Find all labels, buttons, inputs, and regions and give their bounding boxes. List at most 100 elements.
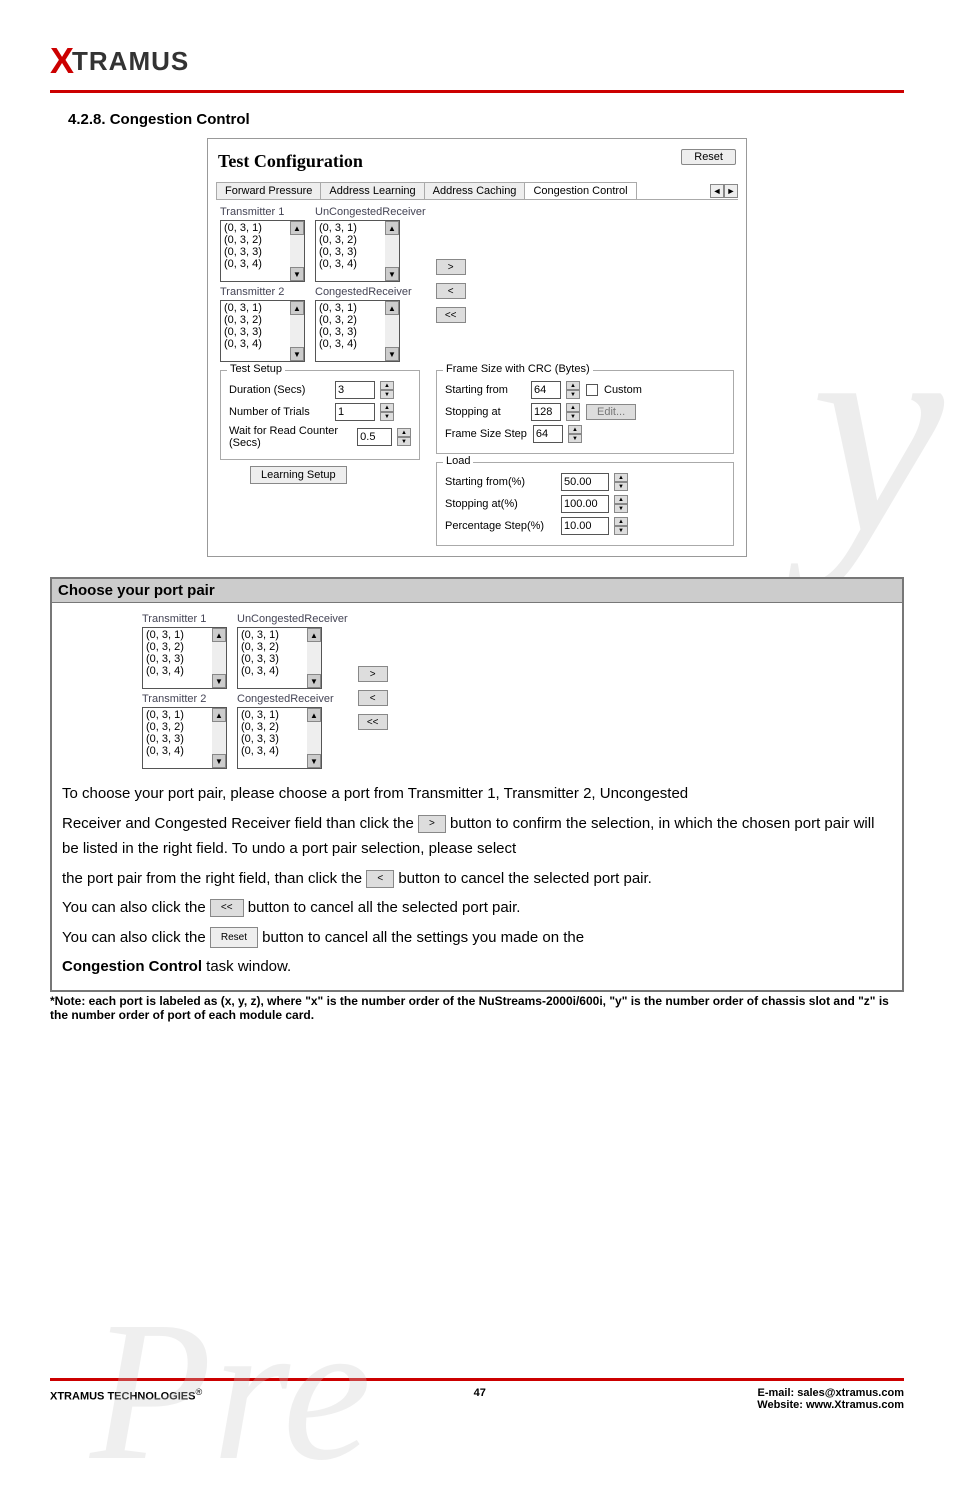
trials-input[interactable]: 1 <box>335 403 375 421</box>
scroll-up-icon[interactable]: ▲ <box>212 628 226 642</box>
scroll-down-icon[interactable]: ▼ <box>307 674 321 688</box>
reset-button[interactable]: Reset <box>681 149 736 165</box>
spin-down-icon[interactable]: ▼ <box>568 434 582 443</box>
spin-down-icon[interactable]: ▼ <box>566 390 580 399</box>
logo: X TRAMUS <box>50 40 904 82</box>
step-input[interactable]: 64 <box>533 425 563 443</box>
text: task window. <box>202 958 291 975</box>
transmitter2-list[interactable]: (0, 3, 1) (0, 3, 2) (0, 3, 3) (0, 3, 4) … <box>220 300 305 362</box>
edit-button[interactable]: Edit... <box>586 404 636 420</box>
tab-address-caching[interactable]: Address Caching <box>424 182 526 199</box>
tab-forward-pressure[interactable]: Forward Pressure <box>216 182 321 199</box>
scroll-track[interactable] <box>385 235 399 267</box>
spin-up-icon[interactable]: ▲ <box>380 403 394 412</box>
load-start-input[interactable]: 50.00 <box>561 473 609 491</box>
load-step-input[interactable]: 10.00 <box>561 517 609 535</box>
spin-down-icon[interactable]: ▼ <box>397 437 411 446</box>
spin-up-icon[interactable]: ▲ <box>614 473 628 482</box>
load-stop-input[interactable]: 100.00 <box>561 495 609 513</box>
tab-congestion-control[interactable]: Congestion Control <box>524 182 636 199</box>
transmitter2-label: Transmitter 2 <box>220 286 305 298</box>
text: button to cancel the selected port pair. <box>398 870 652 887</box>
congested-label: CongestedReceiver <box>315 286 426 298</box>
spin-down-icon[interactable]: ▼ <box>614 526 628 535</box>
spin-up-icon[interactable]: ▲ <box>614 495 628 504</box>
start-from-label: Starting from <box>445 384 525 396</box>
congested-list[interactable]: (0, 3, 1) (0, 3, 2) (0, 3, 3) (0, 3, 4) … <box>237 707 322 769</box>
logo-x-icon: X <box>50 40 74 82</box>
divider-top <box>50 90 904 93</box>
spin-down-icon[interactable]: ▼ <box>614 482 628 491</box>
scroll-down-icon[interactable]: ▼ <box>385 267 399 281</box>
tab-scroll-left-icon[interactable]: ◄ <box>710 184 724 198</box>
test-setup-fieldset: Test Setup Duration (Secs)3▲▼ Number of … <box>220 370 420 460</box>
scroll-track[interactable] <box>307 642 321 674</box>
email-label: E-mail: <box>758 1387 798 1399</box>
wait-input[interactable]: 0.5 <box>357 428 392 446</box>
scroll-up-icon[interactable]: ▲ <box>307 708 321 722</box>
spin-down-icon[interactable]: ▼ <box>566 412 580 421</box>
scroll-down-icon[interactable]: ▼ <box>307 754 321 768</box>
custom-checkbox[interactable] <box>586 384 598 396</box>
scroll-track[interactable] <box>290 315 304 347</box>
remove-port-button[interactable]: < <box>436 283 466 299</box>
scroll-track[interactable] <box>307 722 321 754</box>
uncongested-list[interactable]: (0, 3, 1) (0, 3, 2) (0, 3, 3) (0, 3, 4) … <box>315 220 400 282</box>
transmitter1-list[interactable]: (0, 3, 1) (0, 3, 2) (0, 3, 3) (0, 3, 4) … <box>220 220 305 282</box>
stop-at-input[interactable]: 128 <box>531 403 561 421</box>
paragraph-text: Congestion Control task window. <box>62 954 892 980</box>
start-from-input[interactable]: 64 <box>531 381 561 399</box>
remove-port-button[interactable]: < <box>358 690 388 706</box>
add-port-button[interactable]: > <box>358 666 388 682</box>
scroll-track[interactable] <box>290 235 304 267</box>
remove-port-button-inline[interactable]: < <box>366 870 394 888</box>
scroll-track[interactable] <box>212 722 226 754</box>
text: the port pair from the right field, than… <box>62 870 366 887</box>
scroll-up-icon[interactable]: ▲ <box>290 301 304 315</box>
learning-setup-button[interactable]: Learning Setup <box>250 466 347 484</box>
reset-button-inline[interactable]: Reset <box>210 927 258 948</box>
load-start-label: Starting from(%) <box>445 476 555 488</box>
remove-all-button[interactable]: << <box>436 307 466 323</box>
spin-up-icon[interactable]: ▲ <box>397 428 411 437</box>
spin-up-icon[interactable]: ▲ <box>380 381 394 390</box>
tab-scroll-right-icon[interactable]: ► <box>724 184 738 198</box>
scroll-down-icon[interactable]: ▼ <box>290 267 304 281</box>
scroll-up-icon[interactable]: ▲ <box>212 708 226 722</box>
scroll-up-icon[interactable]: ▲ <box>290 221 304 235</box>
tab-address-learning[interactable]: Address Learning <box>320 182 424 199</box>
add-port-button-inline[interactable]: > <box>418 815 446 833</box>
spin-up-icon[interactable]: ▲ <box>568 425 582 434</box>
scroll-up-icon[interactable]: ▲ <box>385 221 399 235</box>
paragraph-text: Receiver and Congested Receiver field th… <box>62 811 892 862</box>
scroll-down-icon[interactable]: ▼ <box>290 347 304 361</box>
spin-down-icon[interactable]: ▼ <box>614 504 628 513</box>
duration-input[interactable]: 3 <box>335 381 375 399</box>
transmitter2-list[interactable]: (0, 3, 1) (0, 3, 2) (0, 3, 3) (0, 3, 4) … <box>142 707 227 769</box>
scroll-up-icon[interactable]: ▲ <box>307 628 321 642</box>
spin-up-icon[interactable]: ▲ <box>566 403 580 412</box>
text-bold: Congestion Control <box>62 958 202 975</box>
congested-label: CongestedReceiver <box>237 693 348 705</box>
spin-up-icon[interactable]: ▲ <box>614 517 628 526</box>
spin-down-icon[interactable]: ▼ <box>380 390 394 399</box>
scroll-down-icon[interactable]: ▼ <box>385 347 399 361</box>
tab-row: Forward Pressure Address Learning Addres… <box>216 182 738 200</box>
remove-all-button-inline[interactable]: << <box>210 899 244 917</box>
scroll-track[interactable] <box>385 315 399 347</box>
frame-size-fieldset: Frame Size with CRC (Bytes) Starting fro… <box>436 370 734 454</box>
transmitter1-list[interactable]: (0, 3, 1) (0, 3, 2) (0, 3, 3) (0, 3, 4) … <box>142 627 227 689</box>
spin-down-icon[interactable]: ▼ <box>380 412 394 421</box>
scroll-track[interactable] <box>212 642 226 674</box>
spin-up-icon[interactable]: ▲ <box>566 381 580 390</box>
page-number: 47 <box>474 1387 486 1411</box>
remove-all-button[interactable]: << <box>358 714 388 730</box>
uncongested-list[interactable]: (0, 3, 1) (0, 3, 2) (0, 3, 3) (0, 3, 4) … <box>237 627 322 689</box>
text: You can also click the <box>62 929 210 946</box>
transmitter2-label: Transmitter 2 <box>142 693 227 705</box>
scroll-down-icon[interactable]: ▼ <box>212 754 226 768</box>
scroll-down-icon[interactable]: ▼ <box>212 674 226 688</box>
add-port-button[interactable]: > <box>436 259 466 275</box>
congested-list[interactable]: (0, 3, 1) (0, 3, 2) (0, 3, 3) (0, 3, 4) … <box>315 300 400 362</box>
scroll-up-icon[interactable]: ▲ <box>385 301 399 315</box>
